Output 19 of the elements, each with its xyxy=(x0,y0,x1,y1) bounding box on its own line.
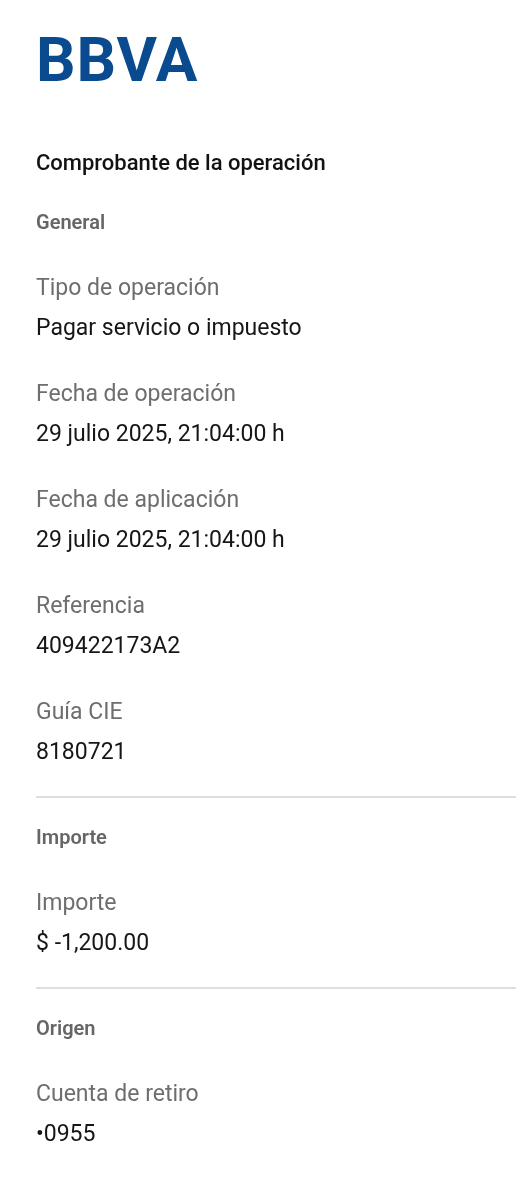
field-value: 409422173A2 xyxy=(36,631,181,661)
section-title: General xyxy=(36,209,106,236)
field-value: $ -1,200.00 xyxy=(36,928,150,958)
section-title: Importe xyxy=(36,824,107,851)
page-title: Comprobante de la operación xyxy=(36,149,326,177)
field-label: Fecha de aplicación xyxy=(36,485,240,515)
field-value: 29 julio 2025, 21:04:00 h xyxy=(36,419,285,449)
field-label: Fecha de operación xyxy=(36,379,236,409)
bank-logo: BBVA xyxy=(36,28,199,92)
field-value: 8180721 xyxy=(36,737,127,767)
field-label: Guía CIE xyxy=(36,697,123,727)
field-value: Pagar servicio o impuesto xyxy=(36,313,302,343)
field-label: Referencia xyxy=(36,591,145,621)
field-value: 29 julio 2025, 21:04:00 h xyxy=(36,525,285,555)
field-label: Cuenta de retiro xyxy=(36,1079,199,1109)
field-label: Tipo de operación xyxy=(36,273,220,303)
section-title: Origen xyxy=(36,1015,96,1042)
field-label: Importe xyxy=(36,888,117,918)
field-value: •0955 xyxy=(36,1119,96,1149)
